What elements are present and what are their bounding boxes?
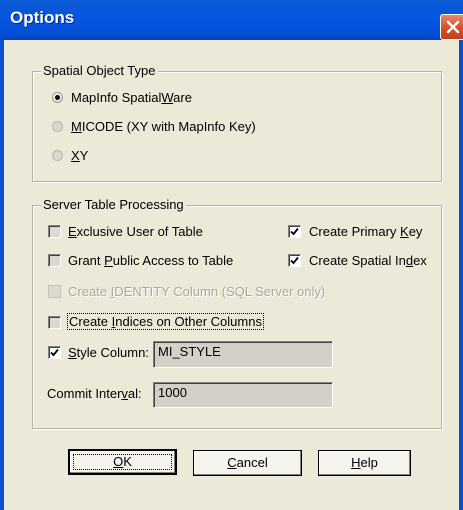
label-part: xclusive User of Table [76,224,203,239]
focus-rect: Create Indices on Other Columns [67,313,264,330]
label-accelerator: E [68,224,77,239]
checkbox-create-spatial-index[interactable] [288,254,301,267]
server-table-processing-legend: Server Table Processing [41,197,186,212]
label-create-primary-key[interactable]: Create Primary Key [309,224,422,240]
label-create-indices[interactable]: Create Indices on Other Columns [67,313,264,330]
label-part: Create [69,314,112,329]
title-bar[interactable]: Options [0,0,463,40]
close-icon [446,20,460,34]
label-mapinfo-spatialware[interactable]: MapInfo SpatialWare [71,90,192,106]
label-accelerator: S [68,345,77,360]
dialog-title: Options [10,8,75,27]
label-part: ICODE (XY with MapInfo Key) [81,119,256,134]
label-part: Y [79,148,89,163]
label-accelerator: d [405,253,414,268]
label-part: Create Spatial In [309,253,406,268]
checkmark-icon [50,348,59,357]
label-part: DENTITY Column (SQL Server only) [114,284,326,299]
label-part: ndices on Other Columns [115,314,262,329]
radio-xy[interactable] [52,150,63,161]
label-accelerator: W [161,90,174,105]
options-dialog: Options Spatial Object Type MapInfo Spat… [0,0,463,510]
label-accelerator: P [104,253,113,268]
label-part: MapInfo Spatial [71,90,162,105]
checkbox-style-column[interactable] [48,346,61,359]
label-accelerator: H [351,455,361,470]
help-button[interactable]: Help [318,450,411,476]
label-part: are [173,90,192,105]
label-part: ancel [236,455,268,470]
radio-micode[interactable] [52,121,63,132]
label-part: elp [360,455,378,470]
label-grant-public-access[interactable]: Grant Public Access to Table [68,253,233,269]
checkbox-exclusive-user[interactable] [48,225,61,238]
style-column-input[interactable]: MI_STYLE [153,341,333,368]
window-left-border [0,40,4,510]
label-part: Create Primary [309,224,401,239]
commit-interval-input[interactable]: 1000 [153,382,333,408]
ok-button[interactable]: OK [68,449,177,475]
label-micode[interactable]: MICODE (XY with MapInfo Key) [71,119,256,135]
close-button[interactable] [440,14,463,40]
label-accelerator: M [71,119,82,134]
checkbox-create-indices[interactable] [48,316,61,329]
label-accelerator: K [400,224,409,239]
label-style-column[interactable]: Style Column: [68,345,149,361]
window-right-border [459,40,463,510]
label-part: al: [127,386,142,401]
label-accelerator: X [71,148,80,163]
checkmark-icon [290,227,299,236]
radio-mapinfo-spatialware[interactable] [52,92,63,103]
label-create-spatial-index[interactable]: Create Spatial Index [309,253,427,269]
label-part: Commit Inter [47,386,122,401]
checkbox-grant-public-access[interactable] [48,254,61,267]
checkbox-create-identity-column[interactable] [48,285,61,298]
label-exclusive-user[interactable]: Exclusive User of Table [68,224,203,240]
label-part: Create [68,284,111,299]
label-part: tyle Column: [76,345,149,360]
label-part: ex [413,253,427,268]
label-part: ublic Access to Table [112,253,234,268]
label-part: ey [408,224,423,239]
checkmark-icon [290,256,299,265]
checkbox-create-primary-key[interactable] [288,225,301,238]
label-create-identity-column: Create IDENTITY Column (SQL Server only) [68,284,325,300]
label-commit-interval: Commit Interval: [47,386,142,402]
focus-rect [73,454,172,470]
radio-selected-dot [55,95,60,100]
label-accelerator: C [227,455,237,470]
label-xy[interactable]: XY [71,148,88,164]
spatial-object-type-legend: Spatial Object Type [41,63,158,78]
cancel-button[interactable]: Cancel [193,450,302,476]
label-part: Grant [68,253,105,268]
